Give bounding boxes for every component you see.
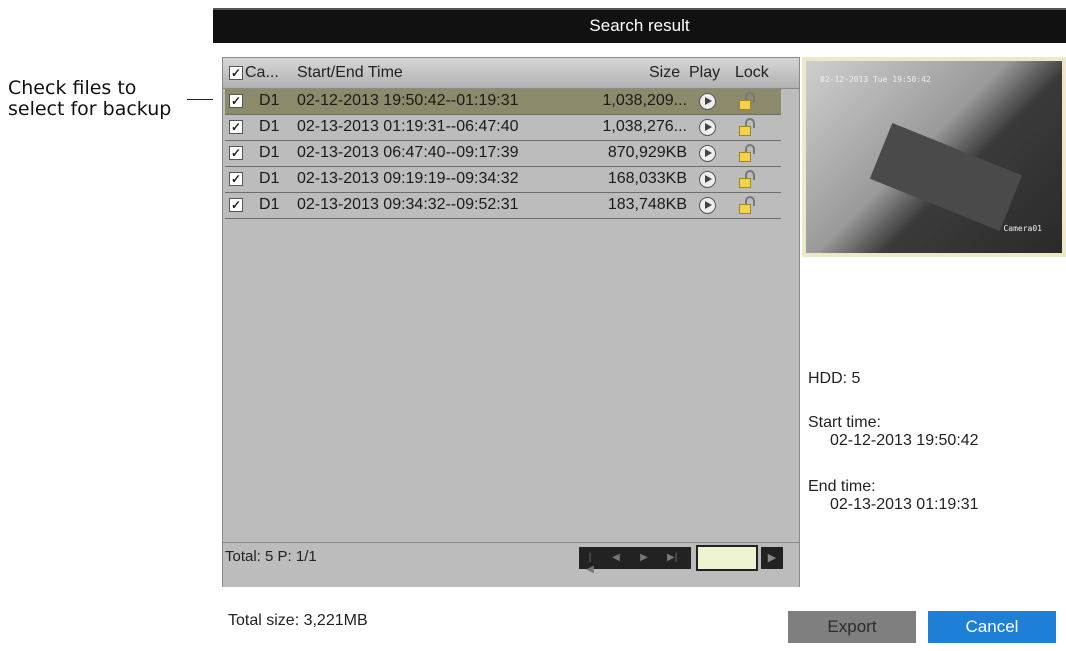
row-checkbox[interactable]: ✓ (229, 94, 243, 108)
total-count: Total: 5 P: 1/1 (225, 548, 317, 565)
table-row[interactable]: ✓ D1 02-13-2013 09:19:19--09:34:32 168,033K… (225, 167, 781, 193)
last-page-button[interactable]: ▶| (667, 552, 677, 564)
select-all-checkbox[interactable]: ✓ (229, 66, 243, 80)
header-size[interactable]: Size (649, 64, 680, 82)
go-page-button[interactable]: ▶ (761, 547, 783, 569)
next-page-button[interactable]: ▶ (639, 552, 649, 564)
row-time: 02-13-2013 01:19:31--06:47:40 (297, 118, 519, 135)
row-checkbox[interactable]: ✓ (229, 172, 243, 186)
unlock-icon[interactable] (737, 169, 757, 189)
unlock-icon[interactable] (737, 117, 757, 137)
row-checkbox[interactable]: ✓ (229, 146, 243, 160)
row-size: 870,929KB (607, 144, 687, 161)
row-time: 02-13-2013 06:47:40--09:17:39 (297, 144, 519, 161)
cancel-button[interactable]: Cancel (928, 611, 1056, 643)
unlock-icon[interactable] (737, 195, 757, 215)
window-title: Search result (213, 8, 1066, 43)
play-icon[interactable] (699, 145, 716, 162)
row-size: 1,038,209... (602, 92, 687, 109)
scene-desk (869, 122, 1023, 232)
row-size: 1,038,276... (602, 118, 687, 135)
header-camera[interactable]: Ca... (245, 64, 279, 82)
page-number-input[interactable] (696, 545, 758, 571)
row-checkbox[interactable]: ✓ (229, 120, 243, 134)
page-navigation: |◀ ◀ ▶ ▶| (579, 547, 691, 575)
row-camera: D1 (259, 196, 280, 213)
first-page-button[interactable]: |◀ (585, 552, 595, 575)
table-row[interactable]: ✓ D1 02-13-2013 06:47:40--09:17:39 870,929K… (225, 141, 781, 167)
row-camera: D1 (259, 144, 280, 161)
unlock-icon[interactable] (737, 143, 757, 163)
play-icon[interactable] (699, 119, 716, 136)
header-play: Play (689, 64, 721, 81)
end-time-label: End time: (808, 478, 876, 495)
row-camera: D1 (259, 118, 280, 135)
row-time: 02-12-2013 19:50:42--01:19:31 (297, 92, 519, 109)
row-camera: D1 (259, 92, 280, 109)
list-header: ✓ Ca... Start/End Time Size Play Lock (223, 58, 799, 89)
unlock-icon[interactable] (737, 91, 757, 111)
row-size: 168,033KB (607, 170, 687, 187)
hdd-info: HDD: 5 (808, 370, 861, 387)
camera-frame: 02-12-2013 Tue 19:50:42 Camera01 (806, 61, 1062, 253)
row-time: 02-13-2013 09:34:32--09:52:31 (297, 196, 519, 213)
row-time: 02-13-2013 09:19:19--09:34:32 (297, 170, 519, 187)
header-lock: Lock (735, 64, 769, 81)
row-checkbox[interactable]: ✓ (229, 198, 243, 212)
header-time[interactable]: Start/End Time (297, 64, 403, 82)
play-icon[interactable] (699, 93, 716, 110)
prev-page-button[interactable]: ◀ (611, 552, 621, 564)
start-time-label: Start time: (808, 414, 881, 431)
start-time-value: 02-12-2013 19:50:42 (830, 432, 979, 449)
table-row[interactable]: ✓ D1 02-12-2013 19:50:42--01:19:31 1,038,20… (225, 89, 781, 115)
camera-timestamp: 02-12-2013 Tue 19:50:42 (820, 75, 931, 84)
video-preview: 02-12-2013 Tue 19:50:42 Camera01 (802, 57, 1066, 257)
total-size: Total size: 3,221MB (228, 612, 368, 629)
export-button[interactable]: Export (788, 611, 916, 643)
annotation-line-2: select for backup (8, 98, 172, 120)
file-list: ✓ Ca... Start/End Time Size Play Lock ✓ D… (222, 57, 800, 587)
end-time-value: 02-13-2013 01:19:31 (830, 496, 979, 513)
play-icon[interactable] (699, 197, 716, 214)
table-row[interactable]: ✓ D1 02-13-2013 09:34:32--09:52:31 183,748K… (225, 193, 781, 219)
play-icon[interactable] (699, 171, 716, 188)
annotation-callout: Check files to select for backup (8, 78, 171, 120)
row-size: 183,748KB (607, 196, 687, 213)
annotation-line-1: Check files to (8, 77, 137, 99)
camera-name: Camera01 (1003, 224, 1042, 233)
list-footer: Total: 5 P: 1/1 |◀ ◀ ▶ ▶| ▶ (223, 542, 799, 587)
table-row[interactable]: ✓ D1 02-13-2013 01:19:31--06:47:40 1,038,27… (225, 115, 781, 141)
row-camera: D1 (259, 170, 280, 187)
